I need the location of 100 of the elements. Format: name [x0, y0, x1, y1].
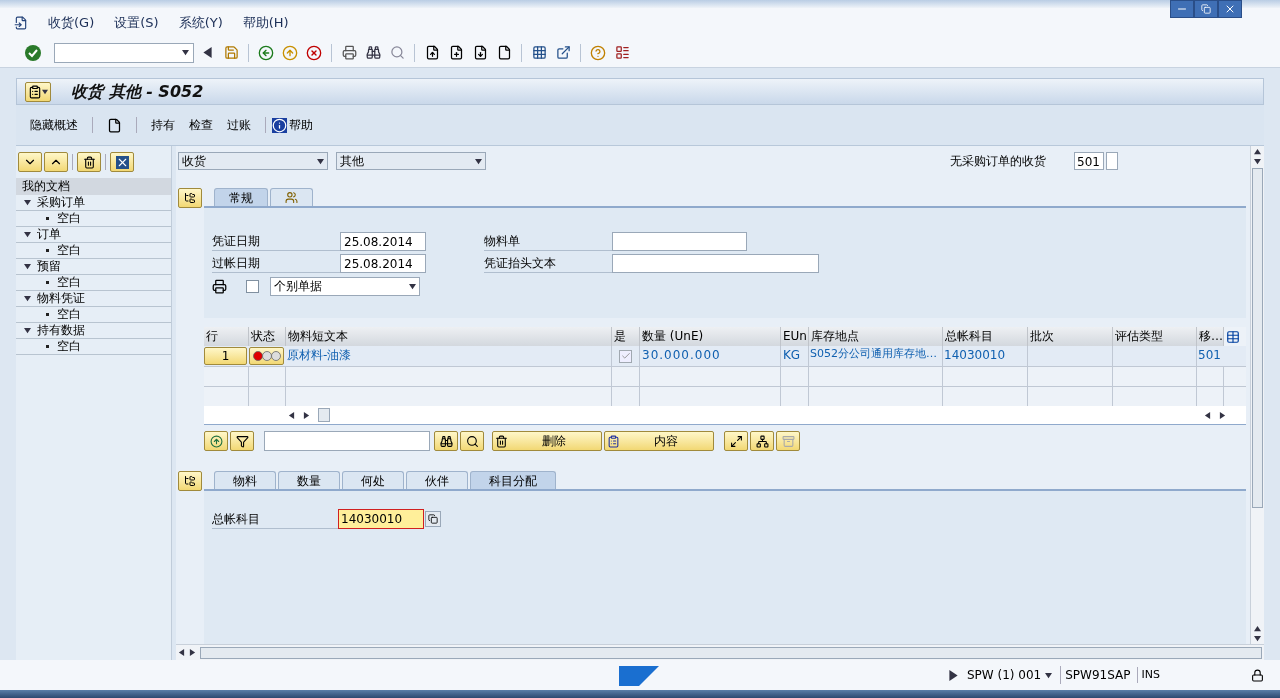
tab[interactable]: 何处 [342, 471, 404, 489]
scroll-right-icon[interactable] [189, 649, 196, 656]
account-field[interactable]: 14030010 [338, 509, 424, 529]
menu-item[interactable]: 收货(G) [48, 13, 95, 33]
save-icon[interactable] [223, 45, 239, 60]
column-header[interactable]: 数量 (UnE) [640, 327, 781, 346]
scrollbar-thumb[interactable] [318, 408, 330, 422]
toolbar-button[interactable]: 过账 [227, 116, 251, 134]
traffic-light-icon[interactable] [252, 351, 281, 361]
sort-button[interactable] [204, 431, 228, 451]
input-field[interactable] [1106, 152, 1118, 170]
tab[interactable]: 伙伴 [406, 471, 468, 489]
expander-icon[interactable] [24, 327, 31, 334]
print-icon[interactable] [341, 45, 357, 60]
scroll-left-icon[interactable] [288, 411, 295, 419]
print-icon[interactable] [212, 278, 227, 294]
menu-icon[interactable] [14, 16, 28, 30]
cancel-icon[interactable] [306, 44, 322, 61]
column-settings-icon[interactable] [1226, 329, 1240, 344]
tree-node[interactable]: 物料凭证 [37, 291, 85, 306]
help-icon[interactable] [590, 44, 606, 61]
play-icon[interactable] [948, 669, 959, 681]
tree-node[interactable]: 采购订单 [37, 195, 85, 210]
date-field[interactable]: 25.08.2014 [340, 254, 426, 273]
reference-dropdown[interactable]: 其他 [336, 152, 486, 170]
search-field[interactable] [264, 431, 430, 451]
scroll-left-icon[interactable] [1204, 411, 1211, 419]
menu-item[interactable]: 设置(S) [114, 13, 159, 33]
close-button[interactable] [1218, 0, 1242, 18]
tab[interactable]: 科目分配 [470, 471, 556, 489]
tree-leaf[interactable]: 空白 [57, 339, 81, 354]
last-page-icon[interactable] [496, 45, 512, 60]
expander-icon[interactable] [24, 199, 31, 206]
scrollbar-thumb[interactable] [1252, 168, 1263, 508]
scroll-right-icon[interactable] [1219, 411, 1226, 419]
toolbar-button[interactable]: 持有 [151, 116, 175, 134]
help-button[interactable]: 帮助 [272, 116, 313, 134]
column-header[interactable]: 状态 [249, 327, 286, 346]
transaction-dropdown[interactable]: 收货 [178, 152, 328, 170]
expander-icon[interactable] [24, 231, 31, 238]
back-triangle-icon[interactable] [201, 47, 213, 58]
toolbar-button[interactable]: 隐藏概述 [30, 116, 78, 134]
collapse-button[interactable] [178, 188, 202, 208]
enter-icon[interactable] [25, 44, 41, 61]
find-button[interactable] [434, 431, 458, 451]
find-icon[interactable] [365, 45, 381, 60]
tree-node[interactable]: 持有数据 [37, 323, 85, 338]
menu-item[interactable]: 帮助(H) [242, 13, 289, 33]
back-icon[interactable] [258, 44, 274, 61]
tab[interactable]: 数量 [278, 471, 340, 489]
tab[interactable] [270, 188, 313, 206]
column-header[interactable]: 行 [204, 327, 249, 346]
scroll-up-icon[interactable] [1254, 625, 1261, 632]
expand-all-button[interactable] [18, 152, 42, 172]
scroll-down-icon[interactable] [1254, 635, 1261, 642]
expander-icon[interactable] [24, 295, 31, 302]
column-header[interactable]: 评估类型 [1113, 327, 1197, 346]
copy-icon[interactable] [428, 514, 438, 524]
trash-icon[interactable] [495, 434, 508, 448]
new-session-icon[interactable] [531, 45, 547, 60]
layout-icon[interactable] [614, 45, 630, 60]
column-header[interactable]: 移… [1197, 327, 1224, 346]
print-checkbox[interactable] [246, 279, 259, 293]
column-header[interactable]: EUn [781, 327, 809, 346]
tree-leaf[interactable]: 空白 [57, 275, 81, 290]
system-info[interactable]: SPW (1) 001 [967, 666, 1053, 684]
scroll-left-icon[interactable] [178, 649, 185, 656]
command-field[interactable] [54, 42, 194, 63]
expand-button[interactable] [724, 431, 748, 451]
new-document-icon[interactable] [107, 117, 122, 133]
expander-icon[interactable] [24, 263, 31, 270]
tree-node[interactable]: 订单 [37, 227, 61, 242]
restore-button[interactable] [1194, 0, 1218, 18]
first-page-icon[interactable] [424, 45, 440, 60]
row-selector[interactable]: 1 [204, 347, 247, 365]
find-next-icon[interactable] [389, 45, 405, 60]
column-header[interactable]: 库存地点 [809, 327, 943, 346]
collapse-button[interactable] [178, 471, 202, 491]
print-option-dropdown[interactable]: 个别单据 [270, 276, 420, 296]
toolbar-button[interactable]: 检查 [189, 116, 213, 134]
scroll-right-icon[interactable] [303, 411, 310, 419]
lock-icon[interactable] [1251, 668, 1264, 682]
filter-button[interactable] [230, 431, 254, 451]
menu-item[interactable]: 系统(Y) [178, 13, 223, 33]
menu-toggle-button[interactable] [25, 81, 51, 102]
tree-leaf[interactable]: 空白 [57, 211, 81, 226]
next-page-icon[interactable] [472, 45, 488, 60]
date-field[interactable]: 25.08.2014 [340, 232, 426, 251]
find-next-button[interactable] [460, 431, 484, 451]
tree-node[interactable]: 预留 [37, 259, 61, 274]
previous-page-icon[interactable] [448, 45, 464, 60]
clipboard-icon[interactable] [607, 434, 620, 448]
exit-icon[interactable] [282, 44, 298, 61]
input-field[interactable] [612, 232, 747, 251]
column-header[interactable]: 是 [612, 327, 640, 346]
scrollbar-thumb[interactable] [200, 646, 1262, 659]
tree-leaf[interactable]: 空白 [57, 307, 81, 322]
hierarchy-button[interactable] [750, 431, 774, 451]
close-panel-button[interactable] [110, 152, 134, 172]
column-header[interactable]: 物料短文本 [286, 327, 612, 346]
